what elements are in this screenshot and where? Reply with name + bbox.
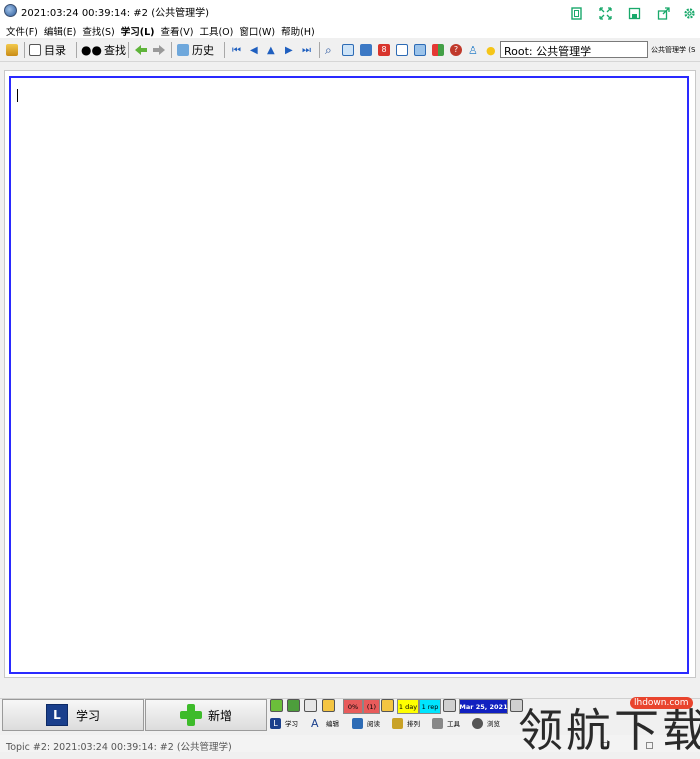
menu-file[interactable]: 文件(F) [5,22,43,38]
help-icon[interactable]: ? [450,42,462,58]
tool-read-label: 阅读 [367,720,380,728]
stat-repetitions: 1 rep [419,699,441,714]
plus-icon [179,704,202,726]
open-collection-icon[interactable] [6,42,18,58]
add-button[interactable]: 新增 [145,699,267,731]
next-element-icon[interactable]: ▶ [285,42,293,58]
browse-icon [472,717,483,729]
learn-label: 学习 [75,708,100,723]
settings-gear-icon[interactable] [676,2,700,24]
menu-search[interactable]: 查找(S) [81,22,119,38]
edit-a-icon: A [311,716,319,730]
learn-small-icon: L [270,717,281,729]
toolbar-separator [319,42,320,58]
tool-tools[interactable]: 工具 [432,716,460,730]
person-icon[interactable]: ♙ [468,42,478,58]
menu-tools[interactable]: 工具(O) [198,22,238,38]
arrange-icon [392,717,403,729]
wrench-icon [432,717,443,729]
mail-icon[interactable] [396,42,408,58]
priority-icon[interactable] [381,699,394,712]
tool-read[interactable]: 阅读 [352,716,380,730]
tool-learn-label: 学习 [285,720,298,728]
menu-learn[interactable]: 学习(L) [120,22,160,38]
window-icon[interactable] [414,42,426,58]
tool-edit-label: 编辑 [326,720,339,728]
page-icon[interactable] [304,699,317,712]
tool-browse-label: 浏览 [487,720,500,728]
contents-button[interactable]: 目录 [29,42,66,58]
read-book-icon [352,717,363,729]
root-short-label: 公共管理学 (S [651,46,696,54]
first-element-icon[interactable]: ⏮ [232,42,241,58]
learn-button[interactable]: L 学习 [2,699,144,731]
export-icon[interactable] [650,2,676,24]
note-icon[interactable] [322,699,335,712]
watermark-url: lhdown.com [630,697,693,709]
history-label: 历史 [192,44,214,57]
text-caret [17,89,18,102]
tool-arrange[interactable]: 排列 [392,716,420,730]
menu-bar: 文件(F) 编辑(E) 查找(S) 学习(L) 查看(V) 工具(O) 窗口(W… [0,22,700,38]
image-icon[interactable] [342,42,354,58]
forward-button[interactable] [152,42,166,58]
stat-interval: 1 day [397,699,419,714]
tool-edit[interactable]: A 编辑 [311,716,339,730]
find-label: 查找 [103,44,126,57]
stat-count: (1) [363,699,380,714]
toolbar-separator [76,42,77,58]
toolbar-separator [171,42,172,58]
search-magnifier-icon[interactable]: ⌕ [325,42,332,58]
contents-icon [29,44,41,56]
last-element-icon[interactable]: ⏭ [302,42,311,58]
red-g-icon[interactable]: 8 [378,42,390,58]
tool-arrange-label: 排列 [407,720,420,728]
item-icon[interactable] [287,699,300,712]
back-button[interactable] [134,42,148,58]
calendar-icon[interactable] [443,699,456,712]
folder-icon [177,44,189,56]
tool-tools-label: 工具 [447,720,460,728]
save-window-icon[interactable] [621,2,647,24]
window-title: 2021:03:24 00:39:14: #2 (公共管理学) [21,8,209,19]
lightbulb-icon[interactable]: ● [486,42,496,58]
stat-percent: 0% [343,699,363,714]
tool-browse[interactable]: 浏览 [472,716,500,730]
learn-badge-icon: L [45,704,68,726]
binoculars-icon: ●● [81,43,102,57]
menu-help[interactable]: 帮助(H) [280,22,320,38]
title-bar: 2021:03:24 00:39:14: #2 (公共管理学) [0,0,700,22]
back-arrow-icon [135,45,147,55]
history-button[interactable]: 历史 [177,42,214,58]
toolbar-separator [24,42,25,58]
restore-icon[interactable] [563,2,589,24]
toolbar-separator [224,42,225,58]
toolbar-separator [128,42,129,58]
status-text: Topic #2: 2021:03:24 00:39:14: #2 (公共管理学… [6,742,232,753]
root-path-field[interactable]: Root: 公共管理学 [500,41,648,58]
menu-view[interactable]: 查看(V) [160,22,199,38]
color-grid-icon[interactable] [432,42,444,58]
fullscreen-icon[interactable] [592,2,618,24]
parent-element-icon[interactable]: ▲ [267,42,275,58]
previous-element-icon[interactable]: ◀ [250,42,258,58]
app-icon [4,4,17,17]
menu-edit[interactable]: 编辑(E) [43,22,81,38]
tool-learn[interactable]: L 学习 [270,716,298,730]
stat-next-date: Mar 25, 2021 [459,699,508,714]
add-label: 新增 [207,708,232,723]
component-editor[interactable] [9,76,689,674]
find-button[interactable]: ●● 查找 [81,42,126,58]
book-icon[interactable] [360,42,372,58]
topic-icon[interactable] [270,699,283,712]
contents-label: 目录 [44,44,66,57]
menu-window[interactable]: 窗口(W) [238,22,280,38]
forward-arrow-icon [153,45,165,55]
